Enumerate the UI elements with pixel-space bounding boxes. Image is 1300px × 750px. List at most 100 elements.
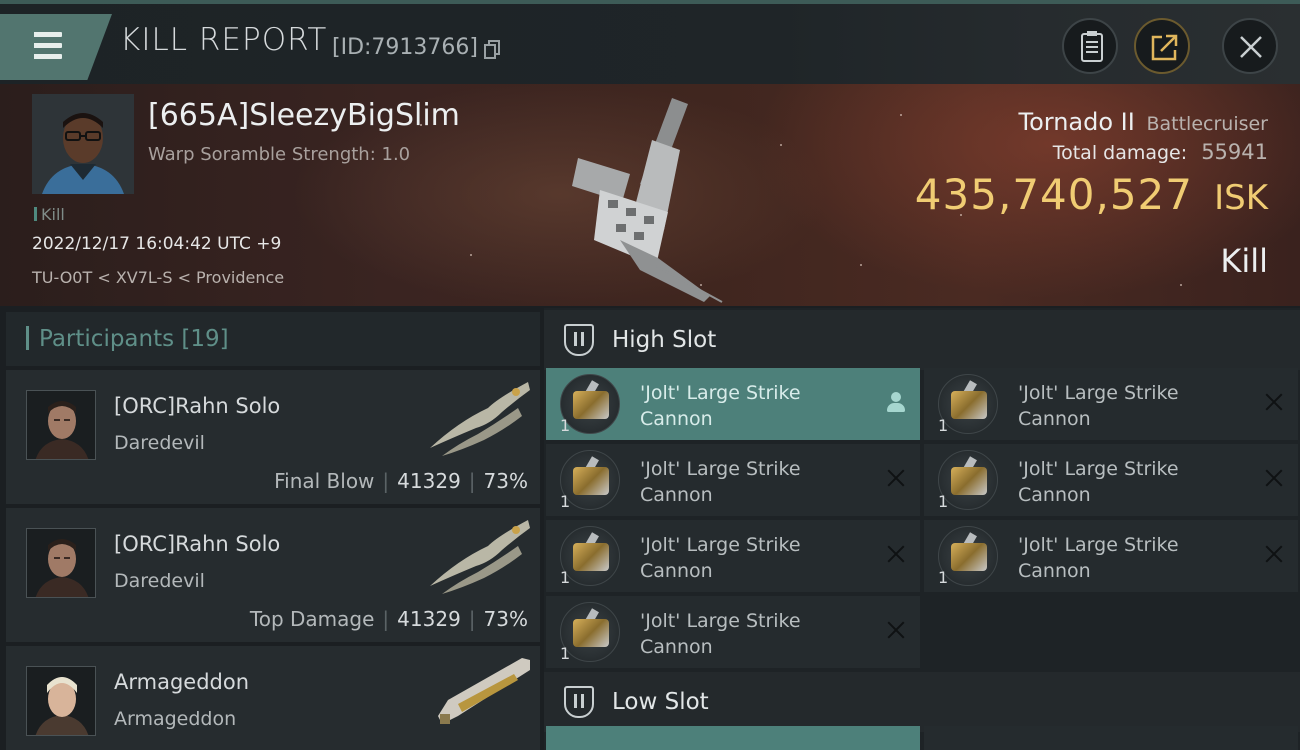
module-quantity: 1 [560,568,571,587]
warp-scramble-strength: Warp Soramble Strength: 1.0 [148,144,411,165]
separator: | [382,469,390,493]
participants-panel: Participants [19] [ORC]Rahn Solo Daredev… [6,312,540,750]
module-name: 'Jolt' Large Strike Cannon [1018,458,1179,506]
kill-tag: Kill [34,205,65,224]
high-slot-icon [564,324,594,356]
participant-ship: Daredevil [114,570,205,592]
participant-damage: 41329 [397,607,461,631]
isk-value: 435,740,527 [914,170,1193,219]
high-slot-header[interactable]: High Slot [544,310,1300,370]
kill-location: TU-O0T < XV7L-S < Providence [32,268,285,287]
separator: | [468,469,476,493]
participant-ship-image [438,658,530,724]
cannon-body [573,391,609,419]
module-item[interactable]: 1 'Jolt' Large Strike Cannon [924,368,1298,440]
participant-stats: Top Damage | 41329 | 73% [250,607,528,631]
page-title: KILL REPORT [120,22,328,58]
separator: | [468,607,476,631]
module-quantity: 1 [560,416,571,435]
victim-name[interactable]: [665A]SleezyBigSlim [148,98,460,133]
clipboard-button[interactable] [1062,18,1118,74]
copy-icon-front [484,44,496,59]
module-item[interactable]: 1 'Jolt' Large Strike Cannon [546,520,920,592]
low-slot-icon [564,686,594,718]
dropped-person-icon [886,392,906,414]
victim-ship-name[interactable]: Tornado II [1018,108,1134,136]
participant-ship-image [430,520,530,594]
module-quantity: 1 [938,568,949,587]
star [900,114,902,116]
module-item[interactable]: 1 'Jolt' Large Strike Cannon [924,520,1298,592]
menu-icon-notch [28,32,34,59]
participant-percent: 73% [483,607,528,631]
destroyed-x-icon [886,620,906,640]
cannon-body [951,467,987,495]
person-head [891,392,901,402]
portrait-image [32,94,134,194]
participants-title: Participants [19] [26,326,229,352]
participant-ship: Armageddon [114,708,237,730]
cannon-body [573,543,609,571]
close-button[interactable] [1222,18,1278,74]
portrait-image [27,667,95,735]
module-name: 'Jolt' Large Strike Cannon [1018,382,1179,430]
isk-value-line: 435,740,527 ISK [915,170,1268,219]
module-quantity: 1 [560,492,571,511]
separator: | [382,607,390,631]
participant-avatar[interactable] [26,666,96,736]
portrait-image [27,391,95,459]
star [780,144,782,146]
destroyed-x-icon [886,468,906,488]
participant-avatar[interactable] [26,390,96,460]
module-item[interactable]: 1 'Jolt' Large Strike Cannon [546,444,920,516]
participant-label: Final Blow [274,469,375,493]
low-slot-title: Low Slot [612,689,709,715]
share-button[interactable] [1134,18,1190,74]
participant-name[interactable]: Armageddon [114,670,249,694]
victim-banner: [665A]SleezyBigSlim Warp Soramble Streng… [0,84,1300,306]
window-header: KILL REPORT [ID:7913766] [0,4,1300,84]
victim-ship-line: Tornado II Battlecruiser [1018,108,1268,136]
participant-ship: Daredevil [114,432,205,454]
victim-ship-class: Battlecruiser [1146,113,1268,135]
star [860,264,862,266]
module-item-partial[interactable] [924,726,1298,750]
isk-unit: ISK [1214,178,1268,218]
cannon-body [951,543,987,571]
module-quantity: 1 [938,416,949,435]
participant-name[interactable]: [ORC]Rahn Solo [114,532,280,556]
participant-name[interactable]: [ORC]Rahn Solo [114,394,280,418]
report-id: [ID:7913766] [332,35,478,60]
victim-avatar[interactable] [32,94,134,194]
total-damage-line: Total damage: 55941 [1053,140,1268,164]
participant-row[interactable]: [ORC]Rahn Solo Daredevil Final Blow | 4132… [6,370,540,504]
participants-header[interactable]: Participants [19] [6,312,540,366]
participant-percent: 73% [483,469,528,493]
total-damage-value: 55941 [1201,140,1268,164]
low-slot-header[interactable]: Low Slot [544,672,1300,732]
star [470,254,472,256]
module-name: 'Jolt' Large Strike Cannon [640,382,801,430]
module-item[interactable]: 1 'Jolt' Large Strike Cannon [924,444,1298,516]
participant-label: Top Damage [249,607,375,631]
module-item[interactable]: 1 'Jolt' Large Strike Cannon [546,368,920,440]
participant-avatar[interactable] [26,528,96,598]
module-item-partial[interactable] [546,726,920,750]
participant-stats: Final Blow | 41329 | 73% [274,469,528,493]
destroyed-x-icon [1264,468,1284,488]
total-damage-label: Total damage: [1052,142,1188,164]
module-quantity: 1 [560,644,571,663]
module-name: 'Jolt' Large Strike Cannon [1018,534,1179,582]
menu-button[interactable] [0,14,112,80]
participant-row[interactable]: [ORC]Rahn Solo Daredevil Top Damage | 4132… [6,508,540,642]
high-slot-title: High Slot [612,327,717,353]
module-name: 'Jolt' Large Strike Cannon [640,458,801,506]
fitting-panel: High Slot 1 'Jolt' Large Strike Cannon 1… [544,308,1300,750]
module-item[interactable]: 1 'Jolt' Large Strike Cannon [546,596,920,668]
participant-row[interactable]: Armageddon Armageddon [6,646,540,750]
module-name: 'Jolt' Large Strike Cannon [640,610,801,658]
cannon-body [573,619,609,647]
copy-icon[interactable] [484,40,500,59]
destroyed-x-icon [886,544,906,564]
participant-damage: 41329 [397,469,461,493]
